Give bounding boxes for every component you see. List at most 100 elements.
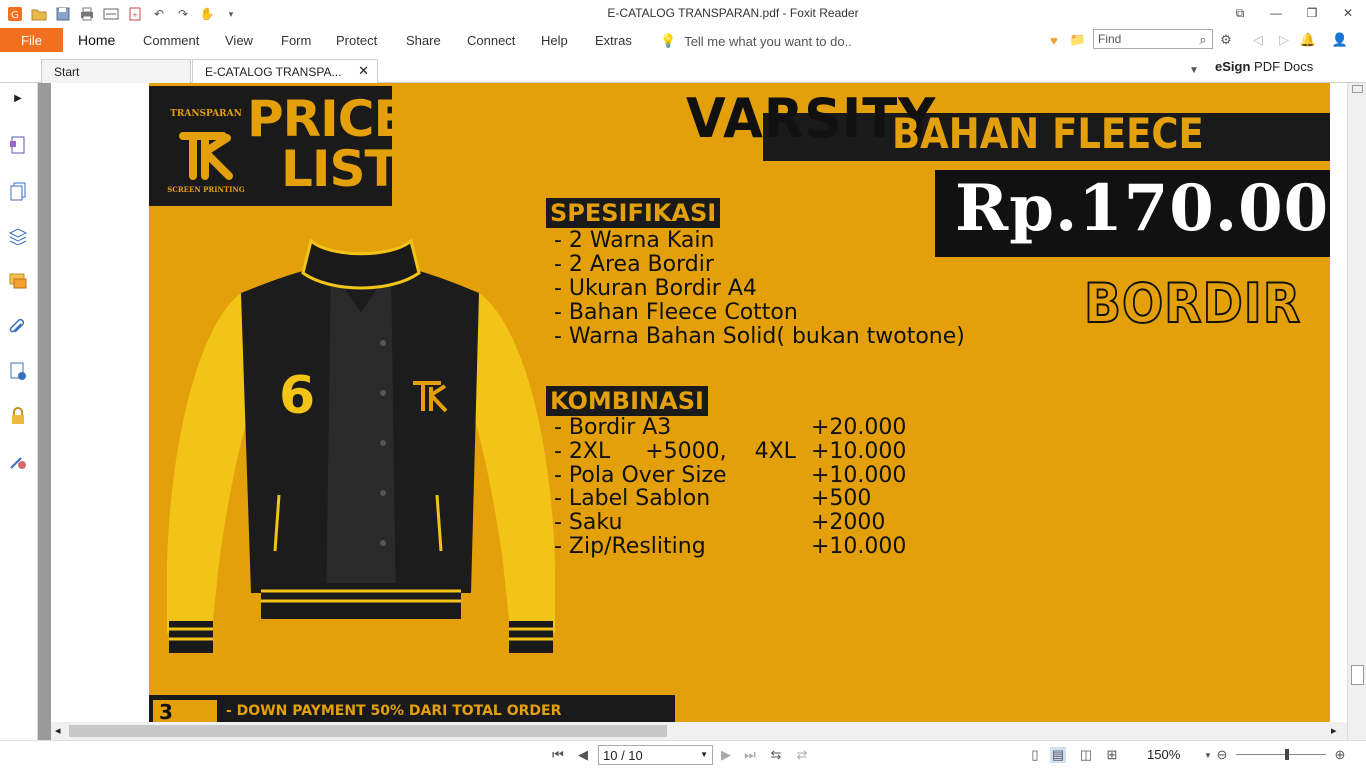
redo-icon[interactable]: ↷ [174, 6, 192, 22]
layers-icon[interactable] [8, 226, 28, 246]
settings-gear-icon[interactable]: ⚙ [1218, 32, 1234, 48]
next-view-icon[interactable]: ⇄ [794, 747, 810, 763]
combo-item: - Pola Over Size [554, 462, 727, 488]
zoom-slider-thumb[interactable] [1285, 749, 1289, 760]
menu-home[interactable]: Home [78, 32, 115, 48]
scan-icon[interactable] [102, 6, 120, 22]
tell-me-text: Tell me what you want to do.. [684, 33, 852, 49]
vertical-scrollbar[interactable] [1347, 83, 1366, 740]
vertical-scroll-thumb[interactable] [1351, 665, 1364, 685]
search-icon[interactable]: ⌕ [1195, 32, 1211, 48]
price-list-logo-box: TRANSPARAN SCREEN PRINTING PRICE LIST [149, 86, 408, 206]
expand-panel-icon[interactable]: ▶ [8, 88, 28, 108]
menu-share[interactable]: Share [406, 33, 441, 48]
horizontal-scrollbar[interactable]: ◂ ▸ [51, 722, 1347, 740]
continuous-facing-icon[interactable]: ⊞ [1104, 747, 1120, 763]
first-page-icon[interactable]: ⏮ [550, 747, 566, 763]
menu-view[interactable]: View [225, 33, 253, 48]
page-dropdown-icon[interactable]: ▼ [700, 750, 708, 759]
jacket-number: 6 [279, 366, 315, 426]
facing-pages-icon[interactable]: ◫ [1078, 747, 1094, 763]
previous-result-icon[interactable]: ◁ [1250, 32, 1266, 48]
close-tab-icon[interactable]: ✕ [358, 63, 369, 79]
maximize-button[interactable]: ❐ [1302, 4, 1322, 22]
open-icon[interactable] [30, 6, 48, 22]
hand-tool-icon[interactable]: ✋ [198, 6, 216, 22]
spec-item: - Warna Bahan Solid( bukan twotone) [554, 324, 965, 349]
logo-top-text: TRANSPARAN [170, 109, 242, 119]
menu-protect[interactable]: Protect [336, 33, 377, 48]
esign-pdf-docs-link[interactable]: eSign PDF Docs [1215, 59, 1313, 74]
folder-search-icon[interactable]: 📁 [1070, 32, 1086, 48]
zoom-in-icon[interactable]: ⊕ [1332, 747, 1348, 763]
down-payment-number: 3 [153, 700, 217, 722]
menu-form[interactable]: Form [281, 33, 311, 48]
user-account-icon[interactable]: 👤 [1332, 32, 1348, 48]
next-result-icon[interactable]: ▷ [1276, 32, 1292, 48]
file-menu-button[interactable]: File [0, 28, 63, 52]
spec-item: - Ukuran Bordir A4 [554, 276, 757, 301]
down-payment-text: - DOWN PAYMENT 50% DARI TOTAL ORDER [226, 703, 562, 719]
menu-extras[interactable]: Extras [595, 33, 632, 48]
attachments-icon[interactable] [8, 316, 28, 336]
horizontal-scroll-thumb[interactable] [69, 725, 667, 737]
restore-ribbon-icon[interactable]: ⧉ [1230, 4, 1250, 22]
next-page-icon[interactable]: ▶ [718, 747, 734, 763]
tab-list-dropdown-icon[interactable]: ▼ [1186, 62, 1202, 78]
tell-me-search[interactable]: 💡 Tell me what you want to do.. [660, 33, 852, 49]
logo-bottom-text: SCREEN PRINTING [167, 185, 245, 194]
security-lock-icon[interactable] [8, 406, 28, 426]
page-thumbnails-icon[interactable] [8, 135, 28, 155]
panel-splitter[interactable] [38, 83, 51, 740]
combo-row: - Saku +2000 [554, 511, 1054, 535]
tab-start[interactable]: Start [41, 59, 191, 83]
price-text: Rp.170.000 [955, 171, 1330, 246]
navigation-panel: ▶ [0, 83, 38, 740]
print-icon[interactable] [78, 6, 96, 22]
scroll-right-icon[interactable]: ▸ [1331, 724, 1337, 737]
continuous-page-icon[interactable]: ▤ [1050, 747, 1066, 763]
last-page-icon[interactable]: ⏭ [742, 747, 758, 763]
comments-icon[interactable] [8, 271, 28, 291]
combo-row: - Bordir A3 +20.000 [554, 416, 1054, 440]
zoom-slider-track[interactable] [1236, 754, 1326, 755]
price-title-line-2: LIST [281, 140, 399, 198]
previous-page-icon[interactable]: ◀ [575, 747, 591, 763]
svg-text:G: G [11, 10, 19, 21]
menu-connect[interactable]: Connect [467, 33, 515, 48]
zoom-level[interactable]: 150% [1147, 747, 1180, 762]
spec-item: - Bahan Fleece Cotton [554, 300, 798, 325]
customize-dropdown-icon[interactable]: ▾ [222, 6, 240, 22]
create-pdf-icon[interactable]: + [126, 6, 144, 22]
ribbon-menu-bar: File Home Comment View Form Protect Shar… [0, 27, 1366, 55]
spec-item: - 2 Area Bordir [554, 252, 714, 277]
undo-icon[interactable]: ↶ [150, 6, 168, 22]
transparan-logo: TRANSPARAN SCREEN PRINTING [163, 100, 245, 194]
scroll-up-button[interactable] [1352, 85, 1363, 93]
minimize-button[interactable]: — [1266, 4, 1286, 22]
menu-comment[interactable]: Comment [143, 33, 199, 48]
menu-help[interactable]: Help [541, 33, 568, 48]
combo-row: - Zip/Resliting +10.000 [554, 535, 1054, 559]
notification-bell-icon[interactable]: 🔔 [1300, 32, 1316, 48]
signatures-icon[interactable] [8, 361, 28, 381]
combo-item: - Bordir A3 [554, 415, 672, 440]
combo-price: +500 [811, 486, 872, 512]
zoom-out-icon[interactable]: ⊖ [1214, 747, 1230, 763]
quick-access-toolbar: G + ↶ ↷ ✋ ▾ [6, 5, 246, 23]
document-view[interactable]: TRANSPARAN SCREEN PRINTING PRICE LIST 6 … [51, 83, 1347, 722]
scroll-left-icon[interactable]: ◂ [55, 724, 61, 737]
title-bar: G + ↶ ↷ ✋ ▾ E-CATALOG TRANSPARAN.pdf - F… [0, 0, 1366, 27]
certificate-tool-icon[interactable] [8, 451, 28, 471]
page-number-input[interactable]: 10 / 10 ▼ [598, 745, 713, 765]
combo-item: - Saku [554, 510, 623, 536]
combo-row: - Label Sablon +500 [554, 487, 1054, 511]
spec-list: - 2 Warna Kain - 2 Area Bordir - Ukuran … [554, 229, 965, 349]
favorite-icon[interactable]: ♥ [1046, 32, 1062, 48]
close-button[interactable]: ✕ [1338, 4, 1358, 22]
pages-icon[interactable] [8, 181, 28, 201]
tab-e-catalog[interactable]: E-CATALOG TRANSPA... ✕ [192, 59, 378, 83]
previous-view-icon[interactable]: ⇆ [768, 747, 784, 763]
single-page-icon[interactable]: ▯ [1027, 747, 1043, 763]
save-icon[interactable] [54, 6, 72, 22]
